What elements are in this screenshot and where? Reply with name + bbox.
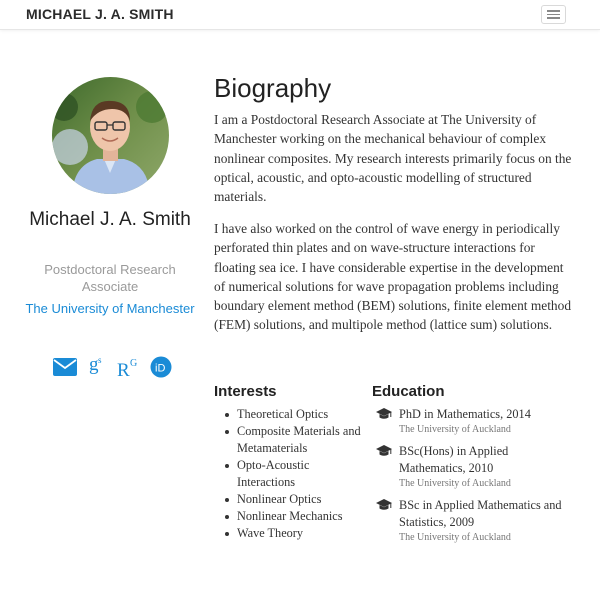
profile-role: Postdoctoral Research Associate — [44, 262, 176, 294]
education-item: BSc(Hons) in Applied Mathematics, 2010 T… — [376, 443, 576, 490]
google-scholar-icon: g s — [89, 354, 102, 375]
education-course: PhD in Mathematics, 2014 — [399, 407, 531, 421]
email-link[interactable] — [53, 357, 77, 381]
social-links: g s R G iD — [53, 354, 172, 384]
menu-toggle-button[interactable] — [541, 5, 566, 24]
interest-item: Opto-Acoustic Interactions — [225, 457, 367, 491]
interest-item: Wave Theory — [225, 525, 367, 542]
researchgate-icon: R G — [117, 358, 137, 381]
interest-item: Nonlinear Optics — [225, 491, 367, 508]
site-brand-link[interactable]: MICHAEL J. A. SMITH — [26, 6, 174, 22]
biography-heading: Biography — [214, 73, 332, 103]
biography-paragraph-1: I am a Postdoctoral Research Associate a… — [214, 112, 572, 205]
envelope-icon — [53, 357, 77, 376]
graduation-cap-icon — [376, 408, 392, 419]
svg-text:G: G — [130, 358, 137, 369]
researchgate-link[interactable]: R G — [117, 356, 139, 383]
svg-text:iD: iD — [155, 362, 165, 374]
education-item: BSc in Applied Mathematics and Statistic… — [376, 497, 576, 544]
education-course: BSc in Applied Mathematics and Statistic… — [399, 498, 562, 529]
graduation-cap-icon — [376, 499, 392, 510]
google-scholar-link[interactable]: g s — [88, 354, 106, 384]
hamburger-icon — [547, 10, 560, 12]
profile-name: Michael J. A. Smith — [29, 209, 191, 230]
interest-item: Nonlinear Mechanics — [225, 508, 367, 525]
interests-list: Theoretical Optics Composite Materials a… — [225, 406, 367, 542]
education-list: PhD in Mathematics, 2014 The University … — [376, 406, 576, 551]
orcid-icon: iD — [150, 356, 172, 377]
profile-organization-link[interactable]: The University of Manchester — [20, 301, 200, 318]
graduation-cap-icon — [376, 445, 392, 456]
biography-paragraph-2: I have also worked on the control of wav… — [214, 221, 572, 333]
avatar — [52, 77, 169, 194]
education-institution: The University of Auckland — [399, 532, 511, 543]
education-institution: The University of Auckland — [399, 478, 511, 489]
interest-item: Theoretical Optics — [225, 406, 367, 423]
svg-text:R: R — [117, 360, 130, 378]
svg-text:s: s — [98, 355, 102, 365]
education-course: BSc(Hons) in Applied Mathematics, 2010 — [399, 444, 509, 475]
interests-heading: Interests — [214, 383, 277, 400]
education-heading: Education — [372, 383, 445, 400]
education-item: PhD in Mathematics, 2014 The University … — [376, 406, 576, 436]
education-institution: The University of Auckland — [399, 424, 511, 435]
interest-item: Composite Materials and Metamaterials — [225, 423, 367, 457]
top-navbar: MICHAEL J. A. SMITH — [0, 0, 600, 30]
orcid-link[interactable]: iD — [150, 356, 172, 383]
